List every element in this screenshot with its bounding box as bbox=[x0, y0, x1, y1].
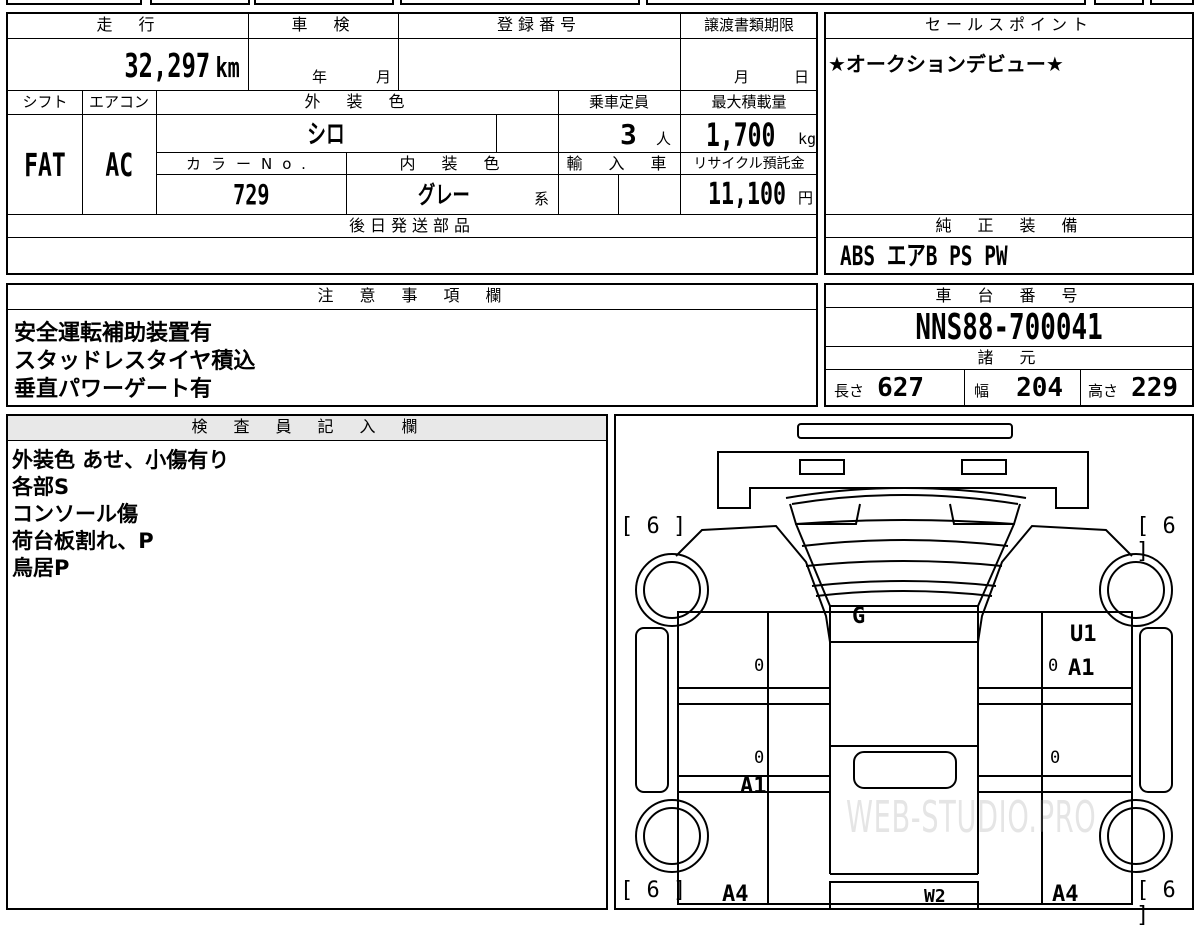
notes-header: 注 意 事 項 欄 bbox=[317, 286, 507, 305]
inspection-month-unit: 月 bbox=[376, 68, 392, 86]
inspector-line: 各部S bbox=[12, 475, 70, 499]
genuine-equipment-value: ABS エアB PS PW bbox=[840, 241, 1008, 272]
notes-box: 注 意 事 項 欄 安全運転補助装置有 スタッドレスタイヤ積込 垂直パワーゲート… bbox=[6, 283, 818, 407]
sales-point-header: セールスポイント bbox=[924, 15, 1093, 34]
tire-label-front-right: [ 6 ] bbox=[1136, 514, 1176, 564]
color-no-value: 729 bbox=[232, 178, 270, 211]
aircon-header: エアコン bbox=[88, 93, 149, 111]
max-load-value: 1,700 kg bbox=[706, 116, 817, 154]
mark-a4-right: A4 bbox=[1052, 882, 1079, 907]
tire-label-rear-left: [ 6 ] bbox=[620, 878, 687, 903]
width-spec: 幅 204 bbox=[974, 373, 1064, 403]
mark-zero: 0 bbox=[754, 748, 765, 768]
capacity-header: 乗車定員 bbox=[588, 93, 649, 111]
exterior-color-header: 外 装 色 bbox=[304, 92, 410, 111]
tire-label-front-left: [ 6 ] bbox=[620, 514, 687, 539]
capacity-value: 3 人 bbox=[620, 118, 672, 151]
mark-a1-right: A1 bbox=[1068, 656, 1095, 681]
chassis-no-value: NNS88-700041 bbox=[915, 307, 1103, 348]
mark-a4-left: A4 bbox=[722, 882, 749, 907]
sales-point-box: セールスポイント ★オークションデビュー★ 純 正 装 備 ABS エアB PS… bbox=[824, 12, 1194, 275]
watermark: WEB-STUDIO.PRO bbox=[846, 792, 1097, 843]
interior-color-header: 内 装 色 bbox=[399, 154, 505, 173]
mark-zero: 0 bbox=[1050, 748, 1061, 768]
shift-header: シフト bbox=[22, 93, 68, 111]
chassis-box: 車 台 番 号 NNS88-700041 諸 元 長さ 627 幅 204 高さ… bbox=[824, 283, 1194, 407]
shift-value: FAT bbox=[24, 146, 66, 184]
color-no-header: カラーNo. bbox=[186, 155, 316, 173]
specs-header: 諸 元 bbox=[977, 348, 1041, 367]
mileage-header: 走 行 bbox=[96, 15, 160, 34]
inspector-header: 検 査 員 記 入 欄 bbox=[8, 416, 606, 440]
sales-point-value: ★オークションデビュー★ bbox=[828, 52, 1064, 76]
genuine-equipment-header: 純 正 装 備 bbox=[935, 216, 1083, 235]
mark-a1-left: A1 bbox=[740, 774, 767, 799]
inspector-line: コンソール傷 bbox=[12, 502, 138, 526]
registration-header: 登録番号 bbox=[496, 15, 581, 34]
mark-zero: 0 bbox=[754, 656, 765, 676]
vehicle-diagram: [ 6 ] [ 6 ] [ 6 ] [ 6 ] G U1 0 A1 0 0 0 … bbox=[614, 414, 1194, 928]
top-strip bbox=[0, 0, 1200, 8]
inspection-header: 車 検 bbox=[291, 15, 355, 34]
mark-zero: 0 bbox=[1048, 656, 1059, 676]
height-spec: 高さ 229 bbox=[1088, 373, 1179, 403]
aircon-value: AC bbox=[105, 146, 133, 184]
transfer-deadline-header: 譲渡書類期限 bbox=[703, 16, 794, 34]
max-load-header: 最大積載量 bbox=[711, 93, 787, 111]
later-parts-header: 後日発送部品 bbox=[348, 216, 475, 235]
inspector-line: 鳥居P bbox=[12, 556, 70, 580]
chassis-no-header: 車 台 番 号 bbox=[935, 286, 1083, 305]
import-header: 輸 入 車 bbox=[566, 154, 672, 173]
notes-line: 垂直パワーゲート有 bbox=[14, 377, 213, 402]
vehicle-info-table: 走 行 車 検 登録番号 譲渡書類期限 32,297 km 年 月 月 日 シフト… bbox=[6, 12, 818, 275]
mark-w2: W2 bbox=[924, 886, 946, 907]
tire-label-rear-right: [ 6 ] bbox=[1136, 878, 1176, 928]
deadline-day-unit: 日 bbox=[794, 68, 810, 86]
inspection-year-unit: 年 bbox=[312, 68, 328, 86]
recycle-value: 11,100 円 bbox=[708, 177, 814, 212]
mark-g: G bbox=[852, 604, 866, 629]
exterior-color-value: シロ bbox=[307, 120, 345, 150]
inspector-line: 外装色 あせ、小傷有り bbox=[12, 448, 230, 472]
mileage-value: 32,297 km bbox=[124, 46, 240, 85]
length-spec: 長さ 627 bbox=[834, 373, 925, 403]
deadline-month-unit: 月 bbox=[734, 68, 750, 86]
inspector-box: 検 査 員 記 入 欄 外装色 あせ、小傷有り 各部S コンソール傷 荷台板割れ… bbox=[6, 414, 608, 910]
inspector-line: 荷台板割れ、P bbox=[12, 529, 154, 553]
recycle-header: リサイクル預託金 bbox=[693, 156, 805, 172]
mark-u1: U1 bbox=[1070, 622, 1097, 647]
interior-color-value: グレー 系 bbox=[418, 181, 550, 209]
